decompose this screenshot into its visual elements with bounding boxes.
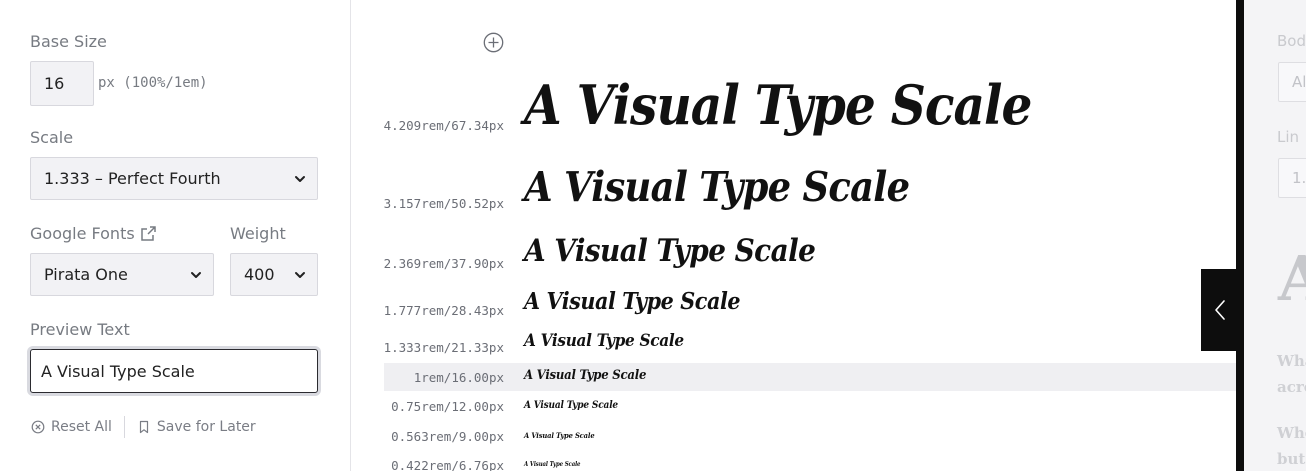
- plus-circle-icon[interactable]: [483, 32, 504, 53]
- body-preview-line: Wha: [1277, 352, 1306, 370]
- save-for-later-button[interactable]: Save for Later: [137, 419, 256, 435]
- scale-step-sample: A Visual Type Scale: [524, 368, 647, 383]
- body-preview-heading: A: [1278, 242, 1306, 315]
- actions-divider: [123, 416, 125, 438]
- body-font-label: Bod: [1277, 32, 1306, 50]
- font-select-value: Pirata One: [44, 265, 128, 284]
- body-preview-line: Whe: [1277, 424, 1306, 442]
- preview-text-input[interactable]: [30, 349, 318, 393]
- weight-select[interactable]: 400: [230, 253, 318, 296]
- chevron-down-icon: [191, 271, 201, 278]
- scale-select-value: 1.333 – Perfect Fourth: [44, 169, 221, 188]
- body-font-value: Al: [1292, 73, 1306, 91]
- body-preview-text: Wha acro: [1277, 348, 1306, 400]
- scale-step-size: 1rem/16.00px: [413, 370, 504, 385]
- google-fonts-label: Google Fonts: [30, 224, 135, 243]
- base-size-unit: px (100%/1em): [98, 75, 208, 91]
- body-preview-text: Whe but: [1277, 420, 1306, 471]
- body-text-panel: Bod Al Lin 1. A Wha acro Whe but: [1244, 0, 1306, 471]
- panel-edge: [1236, 0, 1244, 471]
- scale-label: Scale: [30, 128, 74, 147]
- bookmark-icon: [139, 420, 149, 434]
- chevron-down-icon: [295, 175, 305, 182]
- scale-step-sample: A Visual Type Scale: [524, 73, 1032, 137]
- base-size-value: 16: [44, 74, 65, 93]
- line-height-label: Lin: [1277, 128, 1300, 146]
- scale-step-sample: A Visual Type Scale: [524, 233, 816, 269]
- chevron-down-icon: [295, 271, 305, 278]
- line-height-value: 1.: [1292, 169, 1306, 187]
- scale-step-size: 0.422rem/6.76px: [391, 458, 504, 471]
- scale-step-size: 1.333rem/21.33px: [383, 340, 504, 355]
- panel-actions: Reset All Save for Later: [31, 416, 256, 438]
- base-size-label: Base Size: [30, 32, 107, 51]
- settings-panel: Base Size 16 px (100%/1em) Scale 1.333 –…: [0, 0, 351, 471]
- line-height-input[interactable]: 1.: [1278, 158, 1306, 198]
- toggle-panel-button[interactable]: [1201, 269, 1239, 351]
- save-for-later-label: Save for Later: [156, 419, 256, 435]
- body-font-select[interactable]: Al: [1278, 62, 1306, 102]
- scale-step-size: 0.563rem/9.00px: [391, 429, 504, 444]
- scale-step-size: 3.157rem/50.52px: [383, 196, 504, 211]
- scale-step-sample: A Visual Type Scale: [524, 331, 684, 351]
- reset-all-button[interactable]: Reset All: [31, 419, 112, 435]
- base-size-input[interactable]: 16: [30, 61, 94, 106]
- scale-step-sample: A Visual Type Scale: [524, 461, 581, 468]
- scale-select[interactable]: 1.333 – Perfect Fourth: [30, 157, 318, 200]
- font-select[interactable]: Pirata One: [30, 253, 214, 296]
- scale-step-size: 0.75rem/12.00px: [391, 399, 504, 414]
- reset-all-label: Reset All: [51, 419, 112, 435]
- scale-step-sample: A Visual Type Scale: [524, 431, 595, 440]
- scale-step-sample: A Visual Type Scale: [524, 400, 618, 411]
- scale-step-size: 1.777rem/28.43px: [383, 303, 504, 318]
- weight-label: Weight: [230, 224, 286, 243]
- body-preview-line: acro: [1277, 378, 1306, 396]
- weight-select-value: 400: [244, 265, 275, 284]
- scale-step-size: 4.209rem/67.34px: [383, 118, 504, 133]
- base-row-highlight: [384, 363, 1238, 391]
- body-preview-line: but: [1277, 450, 1306, 468]
- preview-text-label: Preview Text: [30, 320, 130, 339]
- scale-step-sample: A Visual Type Scale: [524, 163, 910, 211]
- x-circle-icon: [31, 420, 45, 434]
- chevron-left-icon: [1215, 300, 1225, 320]
- external-link-icon[interactable]: [140, 225, 157, 242]
- scale-step-size: 2.369rem/37.90px: [383, 256, 504, 271]
- scale-step-sample: A Visual Type Scale: [524, 288, 741, 315]
